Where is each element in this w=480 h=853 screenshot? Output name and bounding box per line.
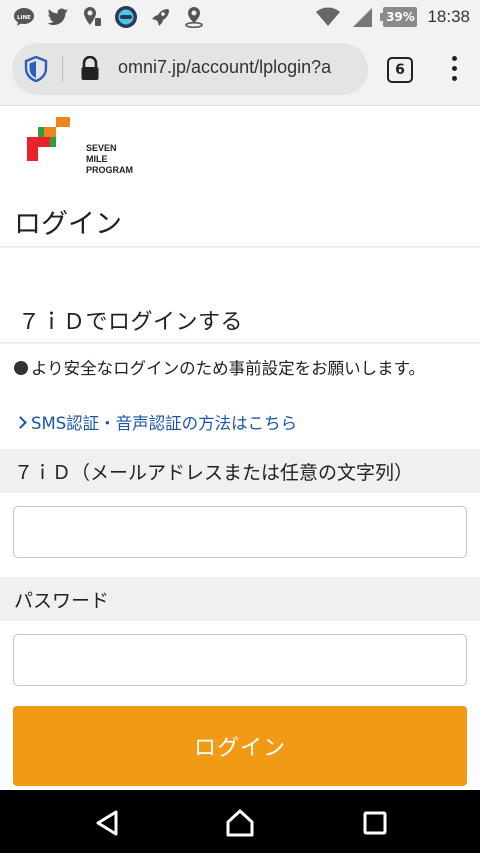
logo-line-2: PROGRAM [86, 165, 133, 175]
home-icon[interactable] [225, 808, 255, 838]
title-divider [0, 246, 480, 248]
sms-auth-link[interactable]: SMS認証・音声認証の方法はこちら [14, 410, 297, 434]
id-label: ７ｉＤ（メールアドレスまたは任意の文字列） [14, 462, 414, 484]
chevron-right-icon [14, 415, 27, 429]
section-divider [0, 342, 480, 344]
login-button[interactable]: ログイン [13, 706, 467, 786]
password-label: パスワード [14, 590, 110, 612]
logo-mark-icon [27, 117, 70, 161]
twitter-icon [46, 6, 70, 28]
shield-icon[interactable] [24, 55, 48, 86]
location-pin-icon [80, 6, 104, 28]
page-title: ログイン [14, 209, 122, 240]
svg-text:LINE: LINE [17, 15, 31, 21]
status-bar: LINE 39% 18:38 [0, 0, 480, 34]
map-marker-icon [182, 6, 206, 28]
id-input[interactable] [13, 506, 467, 558]
recents-icon[interactable] [360, 808, 390, 838]
line-icon: LINE [12, 6, 36, 28]
clock: 18:38 [427, 7, 470, 26]
battery-level: 39% [386, 10, 415, 24]
battery-icon: 39% [380, 7, 418, 27]
back-icon[interactable] [92, 808, 122, 838]
overflow-menu-icon[interactable] [446, 54, 462, 84]
sms-link-text: SMS認証・音声認証の方法はこちら [31, 414, 298, 433]
password-input[interactable] [13, 634, 467, 686]
notice-text: より安全なログインのため事前設定をお願いします。 [31, 359, 426, 378]
logo-line-1: SEVEN MILE [86, 143, 117, 164]
seven-mile-program-logo[interactable]: SEVEN MILE PROGRAM [26, 116, 136, 175]
section-heading: ７ｉＤでログインする [18, 310, 244, 335]
address-bar-divider [62, 56, 63, 82]
bullet-icon [14, 361, 28, 375]
lock-icon[interactable] [80, 55, 100, 86]
rocket-icon [148, 6, 172, 28]
signal-icon [351, 6, 373, 28]
android-nav-bar [0, 790, 480, 853]
browser-toolbar: omni7.jp/account/lplogin?a 6 [0, 34, 480, 106]
logo-text: SEVEN MILE PROGRAM [86, 143, 136, 176]
id-label-bar: ７ｉＤ（メールアドレスまたは任意の文字列） [0, 449, 480, 493]
system-icons: 39% 18:38 [315, 6, 470, 28]
tab-switcher-button[interactable]: 6 [387, 57, 413, 83]
app-badge-icon [114, 6, 138, 28]
password-label-bar: パスワード [0, 577, 480, 621]
security-notice: より安全なログインのため事前設定をお願いします。 [14, 357, 470, 381]
notification-icons: LINE [12, 6, 206, 28]
wifi-icon [315, 6, 341, 28]
address-bar[interactable]: omni7.jp/account/lplogin?a [12, 43, 368, 95]
url-text[interactable]: omni7.jp/account/lplogin?a [118, 57, 331, 78]
